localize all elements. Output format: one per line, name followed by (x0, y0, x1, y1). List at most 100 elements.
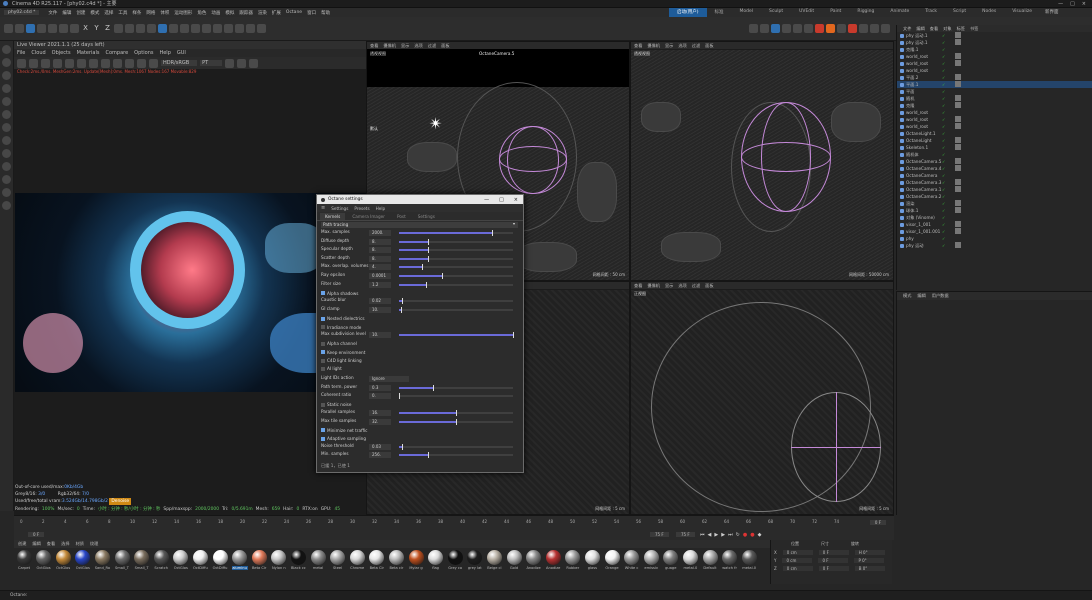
object-item[interactable]: OctaneCamera ✓ (897, 172, 1092, 179)
layout-standard[interactable]: 标准 (707, 8, 732, 17)
snap-icon[interactable] (2, 136, 11, 145)
material-swatch[interactable]: Sand_Ro (94, 550, 110, 570)
visibility-check-icon[interactable]: ✓ (942, 68, 945, 73)
undo-icon[interactable] (4, 24, 13, 33)
material-swatch[interactable]: Anodize (526, 550, 542, 570)
menu-tracker[interactable]: 跟踪器 (239, 10, 253, 16)
object-item[interactable]: 克隆.1 ✓ (897, 46, 1092, 53)
param-value-field[interactable]: 16. (369, 410, 391, 417)
material-swatch[interactable]: Beta Cir (251, 550, 267, 570)
pause-render-icon[interactable] (41, 58, 50, 68)
param-value-field[interactable]: 0.3 (369, 384, 391, 391)
visibility-check-icon[interactable]: ✓ (942, 166, 945, 171)
layout-visualize[interactable]: Visualize (1004, 8, 1040, 17)
snapshot-icon[interactable] (225, 58, 235, 68)
minimize-button[interactable]: — (1058, 1, 1063, 7)
param-value-field[interactable]: 8. (369, 238, 391, 245)
object-item[interactable]: Skeleton.1 ✓ (897, 144, 1092, 151)
vp-menu-display[interactable]: 显示 (665, 43, 673, 49)
param-slider[interactable] (399, 238, 513, 245)
om-menu-bookmarks[interactable]: 书签 (970, 26, 978, 32)
visibility-check-icon[interactable]: ✓ (942, 47, 945, 52)
visibility-check-icon[interactable]: ✓ (942, 61, 945, 66)
material-tag-icon[interactable] (955, 39, 961, 45)
material-swatch[interactable]: Chrome (349, 550, 365, 570)
material-swatch[interactable]: Gold (506, 550, 522, 570)
light-ids-select[interactable]: Ignore (369, 376, 409, 383)
material-tag-icon[interactable] (955, 60, 961, 66)
dlg-menu-presets[interactable]: Presets (354, 206, 369, 211)
coords-rot-field[interactable]: H 0° (854, 549, 885, 555)
material-swatch[interactable]: guage (663, 550, 679, 570)
material-tag-icon[interactable] (955, 116, 961, 122)
checkbox-row[interactable]: Alpha channel (317, 340, 523, 348)
material-swatch[interactable]: Rubber (565, 550, 581, 570)
material-swatch[interactable]: flag (428, 550, 444, 570)
material-swatch[interactable]: Orange (604, 550, 620, 570)
material-swatch[interactable]: Black cc (290, 550, 306, 570)
mat-menu-edit[interactable]: 编辑 (32, 541, 40, 547)
visibility-check-icon[interactable]: ✓ (942, 173, 945, 178)
layout-script[interactable]: Script (945, 8, 974, 17)
material-swatch[interactable]: Beta cir (388, 550, 404, 570)
param-value-field[interactable]: 8. (369, 247, 391, 254)
material-tag-icon[interactable] (955, 95, 961, 101)
dlg-menu-settings[interactable]: Settings (331, 206, 348, 211)
dlg-menu-help[interactable]: Help (376, 206, 386, 211)
material-swatch[interactable]: OctGlos (173, 550, 189, 570)
layout-uvedit[interactable]: UVEdit (791, 8, 822, 17)
dialog-close-button[interactable]: × (514, 197, 518, 203)
material-swatch[interactable]: metal.0 (741, 550, 757, 570)
material-tag-icon[interactable] (955, 207, 961, 213)
render-view-icon[interactable] (125, 24, 134, 33)
param-value-field[interactable]: 0. (369, 393, 391, 400)
material-tag-icon[interactable] (955, 186, 961, 192)
redo-icon[interactable] (15, 24, 24, 33)
go-end-icon[interactable]: ⏭ (728, 532, 733, 538)
checkbox-row[interactable]: Keep environment (317, 348, 523, 356)
octane-live-viewer-icon[interactable] (749, 24, 758, 33)
param-slider[interactable] (399, 410, 513, 417)
color-mode-select[interactable]: HDR/sRGB (161, 60, 198, 66)
dialog-minimize-button[interactable]: — (484, 197, 489, 203)
material-swatch[interactable]: Mylar g (408, 550, 424, 570)
param-slider[interactable] (399, 298, 513, 305)
rotate-icon[interactable] (48, 24, 57, 33)
camera-view-icon[interactable] (249, 58, 259, 68)
param-value-field[interactable]: 4. (369, 264, 391, 271)
vp-menu-filter[interactable]: 过滤 (428, 43, 436, 49)
object-item[interactable]: phy 运动.1 ✓ (897, 32, 1092, 39)
z-axis-lock[interactable]: Z (103, 24, 112, 33)
texture-mode-icon[interactable] (2, 110, 11, 119)
octane-settings-icon[interactable] (760, 24, 769, 33)
layout-animate[interactable]: Animate (882, 8, 917, 17)
visibility-check-icon[interactable]: ✓ (942, 201, 945, 206)
viewport-top-right[interactable]: 查看 摄像机 显示 选项 过滤 面板 透视视图 网格间距 : 50000 cm (630, 41, 894, 281)
visibility-check-icon[interactable]: ✓ (942, 194, 945, 199)
visibility-check-icon[interactable]: ✓ (942, 96, 945, 101)
checkbox[interactable] (321, 341, 325, 346)
visibility-check-icon[interactable]: ✓ (942, 103, 945, 108)
object-item[interactable]: 平面.1 ✓ (897, 81, 1092, 88)
layout-sculpt[interactable]: Sculpt (761, 8, 791, 17)
menu-simulate[interactable]: 模拟 (225, 10, 234, 16)
vp-menu-filter[interactable]: 过滤 (692, 43, 700, 49)
param-value-field[interactable]: 2000. (369, 230, 391, 236)
param-value-field[interactable]: 10. (369, 332, 391, 339)
material-swatch[interactable]: grey lat (467, 550, 483, 570)
octane-help-icon[interactable] (881, 24, 890, 33)
material-swatch[interactable]: White c (624, 550, 640, 570)
object-item[interactable]: 平面 ✓ (897, 88, 1092, 95)
visibility-check-icon[interactable]: ✓ (942, 117, 945, 122)
param-slider[interactable] (399, 281, 513, 288)
menu-select[interactable]: 选择 (104, 10, 113, 16)
object-item[interactable]: 平面.2 ✓ (897, 74, 1092, 81)
maximize-button[interactable]: □ (1070, 1, 1075, 7)
menu-help[interactable]: 帮助 (321, 10, 330, 16)
pick-material-icon[interactable] (77, 58, 86, 68)
menu-mode[interactable]: 模式 (90, 10, 99, 16)
material-tag-icon[interactable] (955, 144, 961, 150)
octane-camera-icon[interactable] (782, 24, 791, 33)
coords-pos-field[interactable]: 0 cm (782, 557, 813, 563)
visibility-check-icon[interactable]: ✓ (942, 131, 945, 136)
